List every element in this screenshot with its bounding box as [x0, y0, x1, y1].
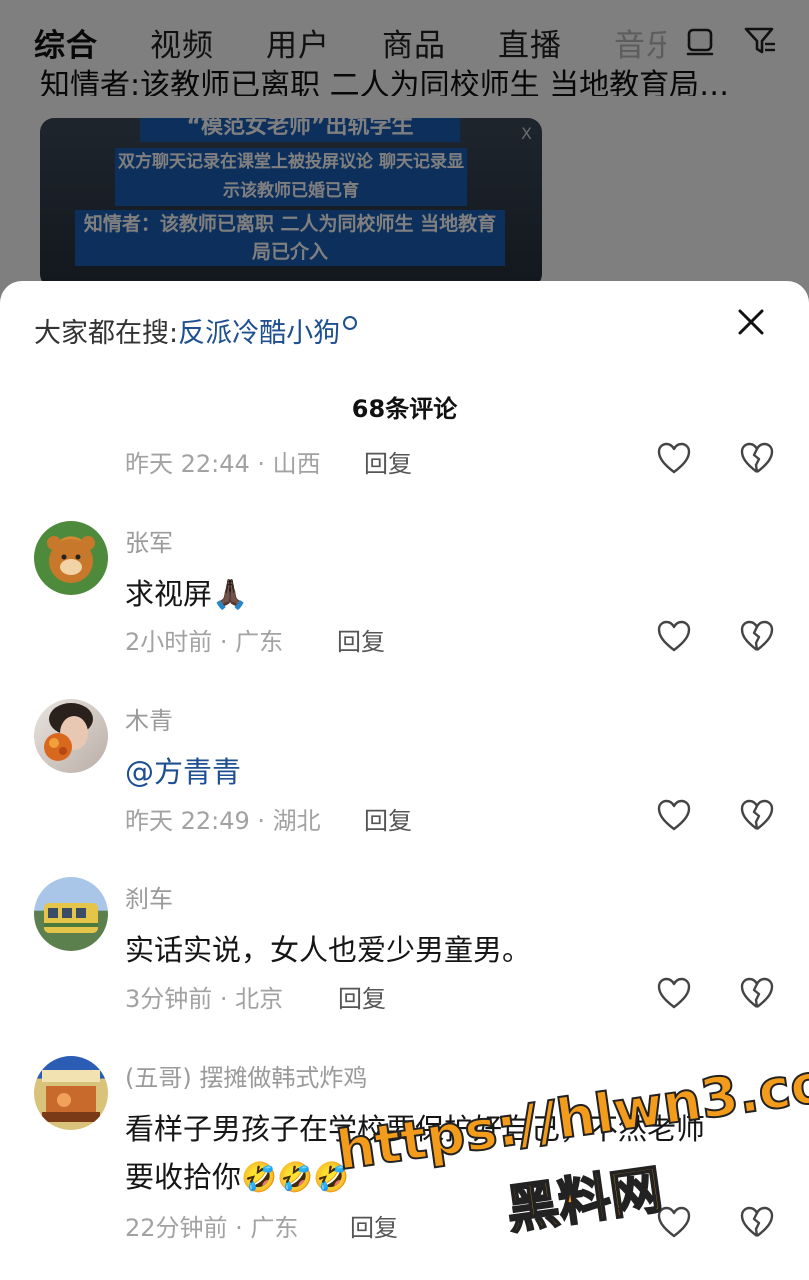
- bear-avatar-icon: [47, 536, 95, 583]
- avatar[interactable]: [34, 699, 108, 773]
- heart-icon[interactable]: [656, 976, 692, 1010]
- comment-mention[interactable]: @方青青: [125, 749, 241, 791]
- comment-username[interactable]: (五哥) 摆摊做韩式炸鸡: [125, 1058, 367, 1093]
- reply-button[interactable]: 回复: [338, 979, 386, 1014]
- modal-overlay[interactable]: [0, 0, 809, 300]
- comment-meta: 2小时前 · 广东: [125, 628, 284, 656]
- portrait-avatar-icon: [44, 703, 93, 761]
- reply-button[interactable]: 回复: [364, 444, 412, 479]
- train-avatar-icon: [44, 903, 98, 933]
- avatar[interactable]: [34, 877, 108, 951]
- comment-count: 68条评论: [351, 395, 458, 423]
- broken-heart-icon[interactable]: [739, 798, 775, 832]
- trending-search-term[interactable]: 反派冷酷小狗: [178, 318, 340, 349]
- avatar[interactable]: [34, 1056, 108, 1130]
- comment-meta: 昨天 22:49 · 湖北: [125, 807, 321, 835]
- trending-search-label: 大家都在搜:: [34, 318, 179, 349]
- food-stall-avatar-icon: [42, 1070, 100, 1122]
- comment-text: 实话实说，女人也爱少男童男。: [125, 933, 532, 967]
- reply-button[interactable]: 回复: [364, 801, 412, 836]
- broken-heart-icon[interactable]: [739, 976, 775, 1010]
- heart-icon[interactable]: [656, 798, 692, 832]
- comment-text: 求视屏🙏🏿: [125, 577, 249, 611]
- comment-username[interactable]: 木青: [125, 701, 173, 736]
- search-icon: [343, 316, 358, 330]
- reply-button[interactable]: 回复: [337, 622, 385, 657]
- heart-icon[interactable]: [656, 441, 692, 475]
- comment-meta: 3分钟前 · 北京: [125, 985, 284, 1013]
- trending-search[interactable]: 大家都在搜:反派冷酷小狗: [34, 311, 358, 350]
- broken-heart-icon[interactable]: [739, 441, 775, 475]
- comment-meta: 22分钟前 · 广东: [125, 1214, 299, 1242]
- close-icon[interactable]: [734, 305, 768, 339]
- comment-text-line2: 要收拾你🤣🤣🤣: [125, 1160, 350, 1194]
- broken-heart-icon[interactable]: [739, 619, 775, 653]
- comment-username[interactable]: 刹车: [125, 879, 173, 914]
- heart-icon[interactable]: [656, 619, 692, 653]
- avatar[interactable]: [34, 521, 108, 595]
- comment-username[interactable]: 张军: [125, 523, 173, 558]
- comment-meta: 昨天 22:44 · 山西: [125, 450, 321, 478]
